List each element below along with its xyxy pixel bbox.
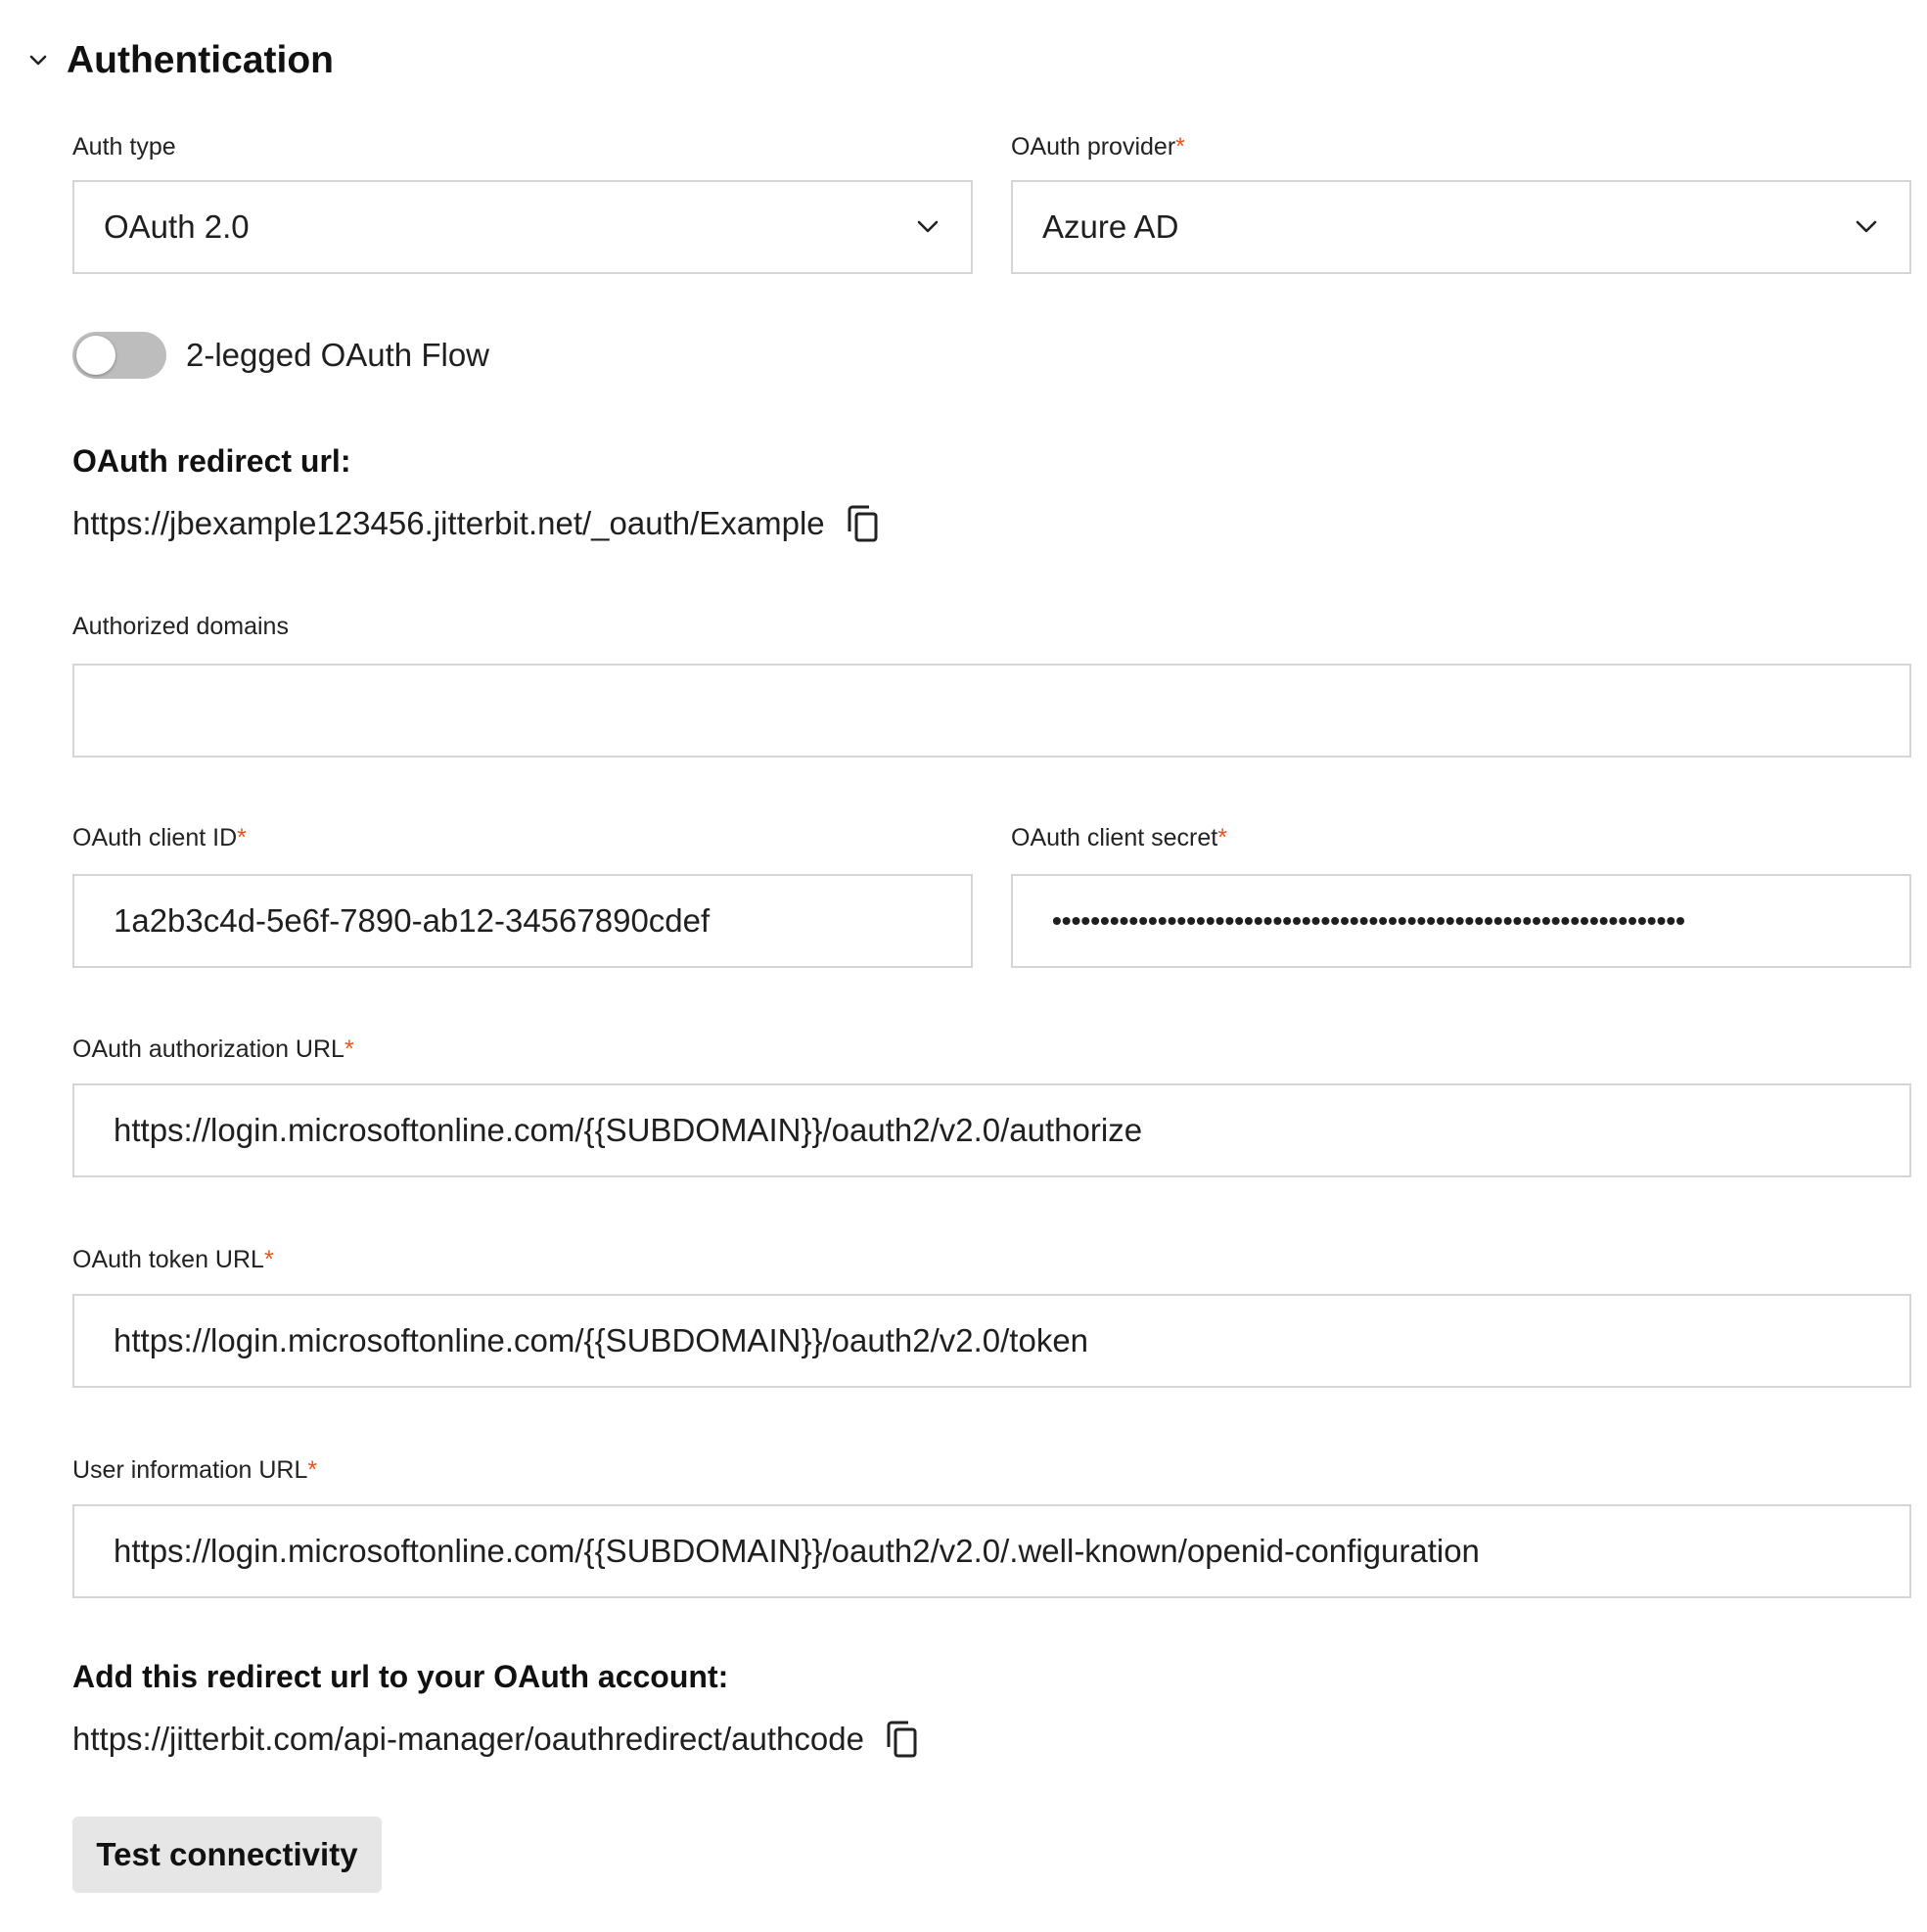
oauth-provider-label-text: OAuth provider <box>1011 133 1176 161</box>
toggle-knob <box>76 336 115 375</box>
client-id-label: OAuth client ID* <box>72 824 247 852</box>
oauth-provider-select[interactable]: Azure AD <box>1011 180 1911 274</box>
authorized-domains-input[interactable] <box>72 664 1911 758</box>
user-info-url-input[interactable]: https://login.microsoftonline.com/{{SUBD… <box>72 1504 1911 1598</box>
client-id-input[interactable]: 1a2b3c4d-5e6f-7890-ab12-34567890cdef <box>72 874 973 968</box>
two-legged-toggle[interactable] <box>72 332 166 379</box>
client-secret-value: ••••••••••••••••••••••••••••••••••••••••… <box>1052 907 1685 935</box>
copy-icon[interactable] <box>886 1720 919 1759</box>
authentication-panel: Authentication Auth type OAuth 2.0 OAuth… <box>0 0 1927 1932</box>
authorized-domains-label: Authorized domains <box>72 613 289 641</box>
chevron-down-icon <box>1853 213 1880 241</box>
authorization-url-label: OAuth authorization URL* <box>72 1035 354 1064</box>
redirect-url-value: https://jbexample123456.jitterbit.net/_o… <box>72 505 825 541</box>
redirect-url-heading: OAuth redirect url: <box>72 443 351 479</box>
client-id-value: 1a2b3c4d-5e6f-7890-ab12-34567890cdef <box>114 902 711 939</box>
redirect-url-row: https://jbexample123456.jitterbit.net/_o… <box>72 499 880 548</box>
required-mark: * <box>344 1035 354 1063</box>
token-url-label: OAuth token URL* <box>72 1246 274 1274</box>
client-secret-label-text: OAuth client secret <box>1011 824 1218 851</box>
account-redirect-value: https://jitterbit.com/api-manager/oauthr… <box>72 1721 864 1757</box>
auth-type-label-text: Auth type <box>72 133 176 161</box>
oauth-provider-label: OAuth provider* <box>1011 133 1185 161</box>
two-legged-label: 2-legged OAuth Flow <box>186 337 490 373</box>
auth-type-value: OAuth 2.0 <box>104 208 250 245</box>
required-mark: * <box>1217 824 1227 851</box>
authorization-url-input[interactable]: https://login.microsoftonline.com/{{SUBD… <box>72 1083 1911 1177</box>
section-toggle[interactable]: Authentication <box>29 37 334 84</box>
client-id-label-text: OAuth client ID <box>72 824 238 851</box>
section-title: Authentication <box>67 39 334 81</box>
authorization-url-label-text: OAuth authorization URL <box>72 1035 344 1063</box>
oauth-provider-value: Azure AD <box>1042 208 1179 245</box>
required-mark: * <box>1175 133 1185 161</box>
copy-icon[interactable] <box>847 504 880 543</box>
account-redirect-row: https://jitterbit.com/api-manager/oauthr… <box>72 1715 919 1764</box>
auth-type-select[interactable]: OAuth 2.0 <box>72 180 973 274</box>
chevron-down-icon <box>914 213 941 241</box>
authorized-domains-label-text: Authorized domains <box>72 613 289 640</box>
chevron-down-icon <box>29 55 47 67</box>
user-info-url-label: User information URL* <box>72 1456 317 1485</box>
authorization-url-value: https://login.microsoftonline.com/{{SUBD… <box>114 1112 1143 1148</box>
required-mark: * <box>307 1456 318 1484</box>
required-mark: * <box>263 1246 274 1273</box>
token-url-input[interactable]: https://login.microsoftonline.com/{{SUBD… <box>72 1294 1911 1388</box>
client-secret-input[interactable]: ••••••••••••••••••••••••••••••••••••••••… <box>1011 874 1911 968</box>
user-info-url-value: https://login.microsoftonline.com/{{SUBD… <box>114 1533 1480 1569</box>
token-url-label-text: OAuth token URL <box>72 1246 264 1273</box>
auth-type-label: Auth type <box>72 133 176 161</box>
token-url-value: https://login.microsoftonline.com/{{SUBD… <box>114 1322 1089 1358</box>
client-secret-label: OAuth client secret* <box>1011 824 1227 852</box>
test-connectivity-button[interactable]: Test connectivity <box>72 1817 382 1893</box>
two-legged-toggle-row: 2-legged OAuth Flow <box>72 331 489 380</box>
required-mark: * <box>237 824 247 851</box>
user-info-url-label-text: User information URL <box>72 1456 308 1484</box>
account-redirect-heading: Add this redirect url to your OAuth acco… <box>72 1659 729 1694</box>
